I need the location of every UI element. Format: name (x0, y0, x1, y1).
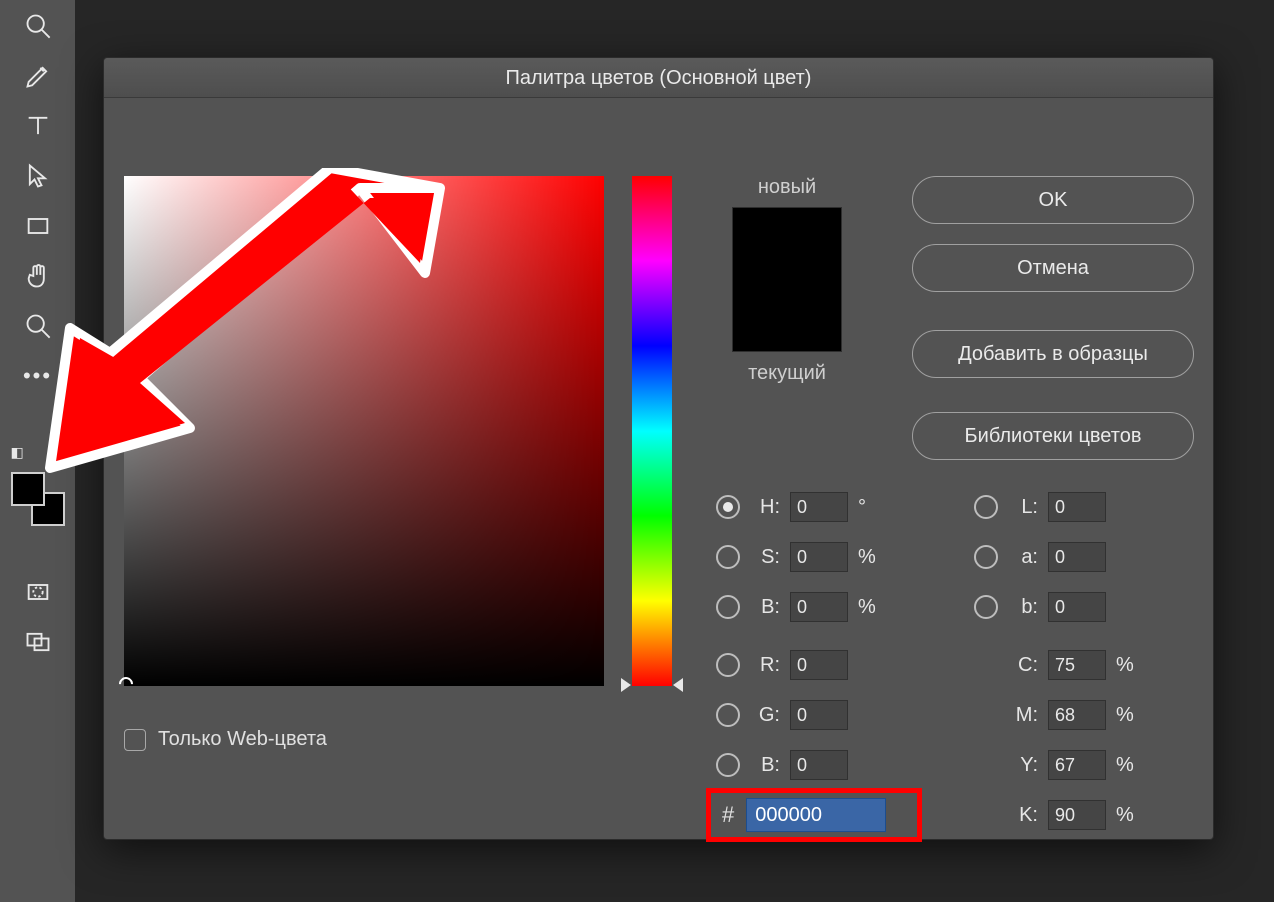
hsb-b-input[interactable] (790, 592, 848, 622)
rgb-g-row: G: (716, 700, 880, 730)
hex-row: # (722, 798, 886, 832)
cmyk-m-row: M: % (974, 700, 1138, 730)
path-select-tool[interactable] (13, 158, 63, 194)
rgb-g-radio[interactable] (716, 703, 740, 727)
hsb-b-label: B: (750, 596, 780, 619)
color-picker-dialog: Палитра цветов (Основной цвет) новый тек… (103, 57, 1214, 840)
web-only-row: Только Web-цвета (124, 728, 327, 751)
quickmask-tool[interactable] (13, 574, 63, 610)
color-libraries-button[interactable]: Библиотеки цветов (912, 412, 1194, 460)
cancel-button[interactable]: Отмена (912, 244, 1194, 292)
rgb-r-input[interactable] (790, 650, 848, 680)
cmyk-y-input[interactable] (1048, 750, 1106, 780)
lab-l-input[interactable] (1048, 492, 1106, 522)
hex-label: # (722, 802, 734, 828)
cmyk-k-label: K: (1008, 804, 1038, 827)
lab-b-input[interactable] (1048, 592, 1106, 622)
foreground-color-swatch[interactable] (11, 472, 45, 506)
hue-strip[interactable] (632, 176, 672, 686)
hsb-s-input[interactable] (790, 542, 848, 572)
rgb-b-input[interactable] (790, 750, 848, 780)
rgb-r-label: R: (750, 654, 780, 677)
current-label: текущий (722, 362, 852, 385)
cmyk-m-unit: % (1116, 704, 1138, 727)
hsb-b-radio[interactable] (716, 595, 740, 619)
hue-handle-icon (621, 678, 631, 692)
color-swatches-tool[interactable]: ◧ ⤡ (11, 472, 65, 526)
hsb-h-input[interactable] (790, 492, 848, 522)
more-tools[interactable]: ••• (13, 358, 63, 394)
cmyk-k-row: K: % (974, 800, 1138, 830)
hsb-h-unit: ° (858, 496, 880, 519)
hsb-s-unit: % (858, 546, 880, 569)
color-field-pointer (116, 674, 136, 694)
lab-l-row: L: (974, 492, 1138, 522)
dialog-title: Палитра цветов (Основной цвет) (104, 58, 1213, 98)
magnify-tool[interactable] (13, 8, 63, 44)
hsb-s-label: S: (750, 546, 780, 569)
rgb-g-label: G: (750, 704, 780, 727)
rectangle-tool[interactable] (13, 208, 63, 244)
color-field[interactable] (124, 176, 604, 686)
rgb-r-radio[interactable] (716, 653, 740, 677)
web-only-checkbox[interactable] (124, 729, 146, 751)
cmyk-y-unit: % (1116, 754, 1138, 777)
hex-input[interactable] (746, 798, 886, 832)
rgb-b-radio[interactable] (716, 753, 740, 777)
pen-tool[interactable] (13, 58, 63, 94)
hsb-s-radio[interactable] (716, 545, 740, 569)
swatch-preview: новый текущий (722, 176, 852, 385)
cmyk-c-input[interactable] (1048, 650, 1106, 680)
lab-a-radio[interactable] (974, 545, 998, 569)
hand-tool[interactable] (13, 258, 63, 294)
lab-a-input[interactable] (1048, 542, 1106, 572)
type-tool[interactable] (13, 108, 63, 144)
dialog-body: новый текущий OK Отмена Добавить в образ… (104, 98, 1213, 839)
hsb-h-row: H: ° (716, 492, 880, 522)
default-colors-icon[interactable]: ◧ (11, 444, 24, 464)
tools-toolbar: ••• ◧ ⤡ (0, 0, 75, 902)
cmyk-y-row: Y: % (974, 750, 1138, 780)
hsb-b-row: B: % (716, 592, 880, 622)
hue-handle-icon (673, 678, 683, 692)
rgb-r-row: R: (716, 650, 880, 680)
lab-l-label: L: (1008, 496, 1038, 519)
swap-colors-icon[interactable]: ⤡ (53, 444, 64, 464)
web-only-label: Только Web-цвета (158, 728, 327, 751)
zoom-tool[interactable] (13, 308, 63, 344)
hsb-h-label: H: (750, 496, 780, 519)
cmyk-k-unit: % (1116, 804, 1138, 827)
cmyk-k-input[interactable] (1048, 800, 1106, 830)
lab-b-label: b: (1008, 596, 1038, 619)
lab-a-row: a: (974, 542, 1138, 572)
rgb-b-row: B: (716, 750, 880, 780)
cmyk-c-row: C: % (974, 650, 1138, 680)
hsb-h-radio[interactable] (716, 495, 740, 519)
lab-b-radio[interactable] (974, 595, 998, 619)
screenmode-tool[interactable] (13, 624, 63, 660)
hsb-s-row: S: % (716, 542, 880, 572)
new-color-swatch[interactable] (732, 207, 842, 352)
cmyk-m-label: M: (1008, 704, 1038, 727)
rgb-b-label: B: (750, 754, 780, 777)
ok-button[interactable]: OK (912, 176, 1194, 224)
cmyk-y-label: Y: (1008, 754, 1038, 777)
lab-l-radio[interactable] (974, 495, 998, 519)
hsb-b-unit: % (858, 596, 880, 619)
rgb-g-input[interactable] (790, 700, 848, 730)
cmyk-c-unit: % (1116, 654, 1138, 677)
cmyk-m-input[interactable] (1048, 700, 1106, 730)
add-swatch-button[interactable]: Добавить в образцы (912, 330, 1194, 378)
lab-b-row: b: (974, 592, 1138, 622)
lab-a-label: a: (1008, 546, 1038, 569)
cmyk-c-label: C: (1008, 654, 1038, 677)
new-label: новый (722, 176, 852, 199)
